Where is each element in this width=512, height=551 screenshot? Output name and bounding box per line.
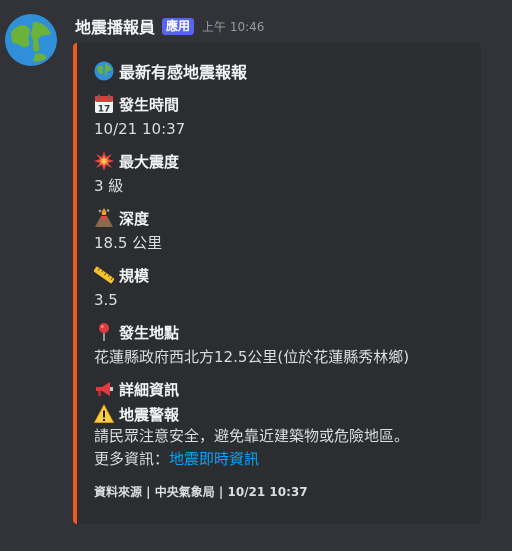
- ruler-icon: [94, 265, 114, 285]
- more-info-label: 更多資訊：: [94, 450, 170, 468]
- chat-message: 地震播報員 應用 上午 10:46 最新有感地震報報 17 發生時間 10/21…: [0, 0, 512, 551]
- field-time: 17 發生時間 10/21 10:37: [94, 93, 185, 140]
- embed-card: 最新有感地震報報 17 發生時間 10/21 10:37 最大震度 3 級 深度…: [73, 43, 481, 524]
- calendar-icon: 17: [94, 94, 114, 114]
- field-name: 發生時間: [119, 95, 180, 114]
- globe-icon: [94, 61, 114, 81]
- field-value: 花蓮縣政府西北方12.5公里(位於花蓮縣秀林鄉): [94, 348, 410, 366]
- field-depth: 深度 18.5 公里: [94, 207, 162, 254]
- field-name: 最大震度: [119, 152, 180, 171]
- volcano-icon: [94, 208, 114, 228]
- bot-avatar[interactable]: [5, 14, 57, 66]
- collision-icon: [94, 151, 114, 171]
- embed-title-text: 最新有感地震報報: [119, 63, 248, 82]
- field-name: 規模: [119, 266, 150, 285]
- warning-text: 請民眾注意安全，避免靠近建築物或危險地區。: [94, 427, 410, 445]
- megaphone-icon: [94, 379, 114, 399]
- embed-footer: 資料來源 | 中央氣象局 | 10/21 10:37: [94, 485, 308, 499]
- more-info-line: 更多資訊：地震即時資訊: [94, 448, 409, 470]
- globe-icon: [5, 14, 57, 66]
- message-header: 地震播報員 應用 上午 10:46: [75, 15, 264, 37]
- field-location: 發生地點 花蓮縣政府西北方12.5公里(位於花蓮縣秀林鄉): [94, 321, 409, 368]
- field-value: 10/21 10:37: [94, 120, 186, 138]
- author-name[interactable]: 地震播報員: [75, 14, 155, 38]
- field-name: 詳細資訊: [119, 380, 180, 399]
- field-details: 詳細資訊 地震警報 請民眾注意安全，避免靠近建築物或危險地區。 更多資訊：地震即…: [94, 378, 409, 470]
- field-value: 18.5 公里: [94, 234, 163, 252]
- message-timestamp: 上午 10:46: [202, 19, 265, 34]
- field-name: 發生地點: [119, 323, 180, 342]
- svg-text:17: 17: [98, 105, 111, 115]
- field-value: 3.5: [94, 291, 118, 309]
- field-magnitude: 規模 3.5: [94, 264, 149, 311]
- field-value: 3 級: [94, 177, 124, 195]
- warning-icon: [94, 404, 114, 424]
- field-intensity: 最大震度 3 級: [94, 150, 179, 197]
- app-badge: 應用: [162, 17, 195, 35]
- warning-title: 地震警報: [119, 405, 180, 424]
- field-name: 深度: [119, 209, 150, 228]
- embed-title: 最新有感地震報報: [94, 59, 247, 83]
- pin-icon: [94, 322, 114, 342]
- more-info-link[interactable]: 地震即時資訊: [169, 450, 259, 468]
